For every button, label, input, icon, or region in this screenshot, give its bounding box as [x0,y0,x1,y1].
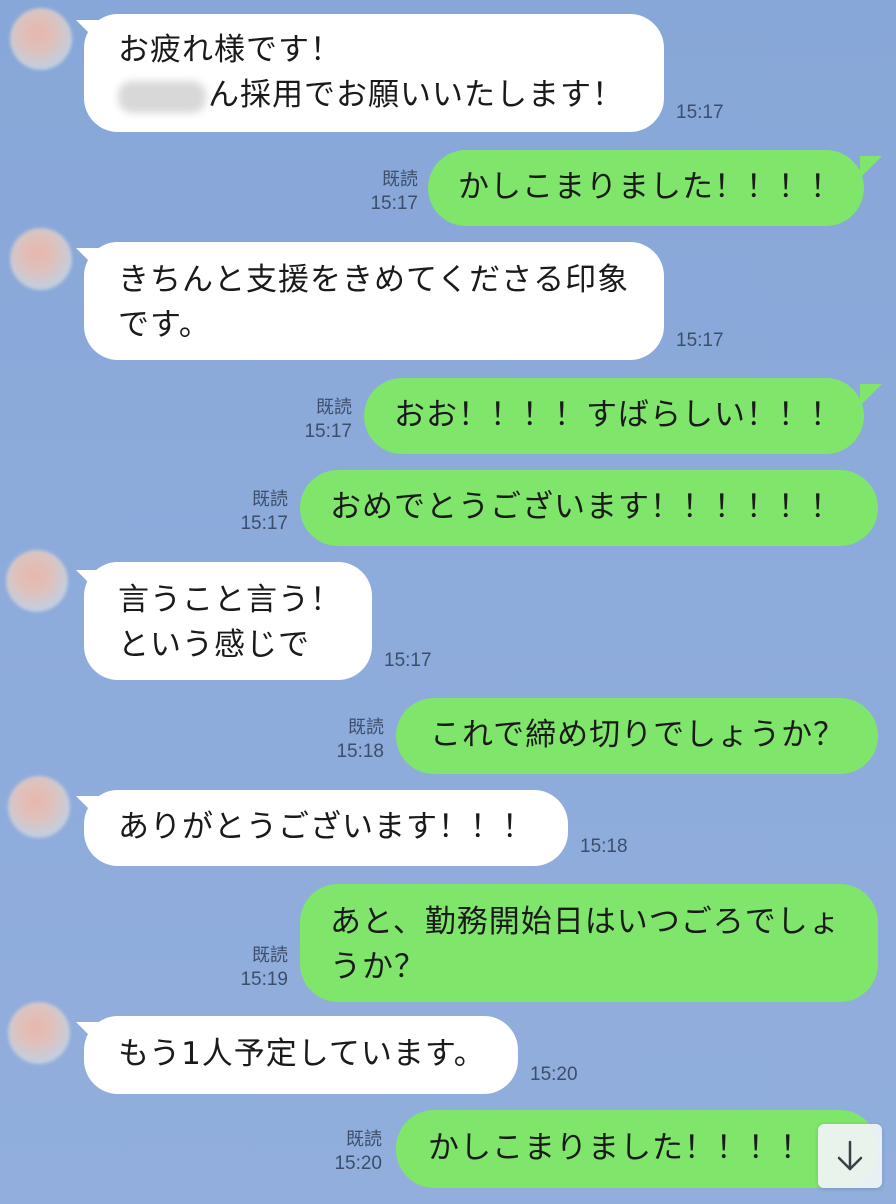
message-time: 15:17 [676,330,724,351]
read-receipt: 既読 15:17 [290,396,352,444]
redacted-name [118,80,206,113]
read-label: 既読 [348,717,384,738]
chat-area[interactable]: お疲れ様です！ ん採用でお願いいたします！ 15:17 既読 15:17 かしこ… [0,0,896,1204]
scroll-to-bottom-button[interactable] [818,1124,882,1188]
read-label: 既読 [252,489,288,510]
message-bubble-incoming[interactable]: きちんと支援をきめてくださる印象 です。 [84,242,664,360]
read-receipt: 既読 15:20 [320,1128,382,1176]
avatar[interactable] [10,8,72,70]
read-receipt: 既読 15:17 [356,168,418,216]
message-bubble-outgoing[interactable]: おめでとうございます！！！！！！ [300,470,878,546]
read-label: 既読 [252,945,288,966]
bubble-tail [860,384,882,406]
message-bubble-outgoing[interactable]: おお！！！！すばらしい！！！ [364,378,864,454]
message-time: 15:18 [580,836,628,857]
message-text: ん採用でお願いいたします！ [208,77,624,113]
message-time: 15:17 [304,421,352,442]
message-bubble-outgoing[interactable]: これで締め切りでしょうか？ [396,698,878,774]
arrow-down-icon [837,1140,863,1171]
avatar[interactable] [8,1002,70,1064]
message-time: 15:20 [530,1064,578,1085]
message-bubble-outgoing[interactable]: あと、勤務開始日はいつごろでしょ うか？ [300,884,878,1002]
message-bubble-outgoing[interactable]: かしこまりました！！！！ [428,150,864,226]
read-receipt: 既読 15:18 [322,716,384,764]
message-bubble-outgoing[interactable]: かしこまりました！！！！ [396,1110,878,1188]
message-bubble-incoming[interactable]: お疲れ様です！ ん採用でお願いいたします！ [84,14,664,132]
bubble-tail [860,156,882,178]
message-time: 15:17 [240,513,288,534]
message-bubble-incoming[interactable]: 言うこと言う！ という感じで [84,562,372,680]
read-label: 既読 [316,397,352,418]
read-label: 既読 [382,169,418,190]
avatar[interactable] [8,776,70,838]
read-label: 既読 [346,1129,382,1150]
message-time: 15:20 [334,1153,382,1174]
message-text: お疲れ様です！ [118,32,342,68]
message-time: 15:18 [336,741,384,762]
message-bubble-incoming[interactable]: ありがとうございます！！！ [84,790,568,866]
avatar[interactable] [6,550,68,612]
avatar[interactable] [10,228,72,290]
message-time: 15:19 [240,969,288,990]
message-time: 15:17 [370,193,418,214]
message-text-line: ん採用でお願いいたします！ [118,73,664,118]
message-time: 15:17 [384,650,432,671]
message-time: 15:17 [676,102,724,123]
read-receipt: 既読 15:17 [226,488,288,536]
read-receipt: 既読 15:19 [226,944,288,992]
message-bubble-incoming[interactable]: もう1人予定しています。 [84,1016,518,1094]
